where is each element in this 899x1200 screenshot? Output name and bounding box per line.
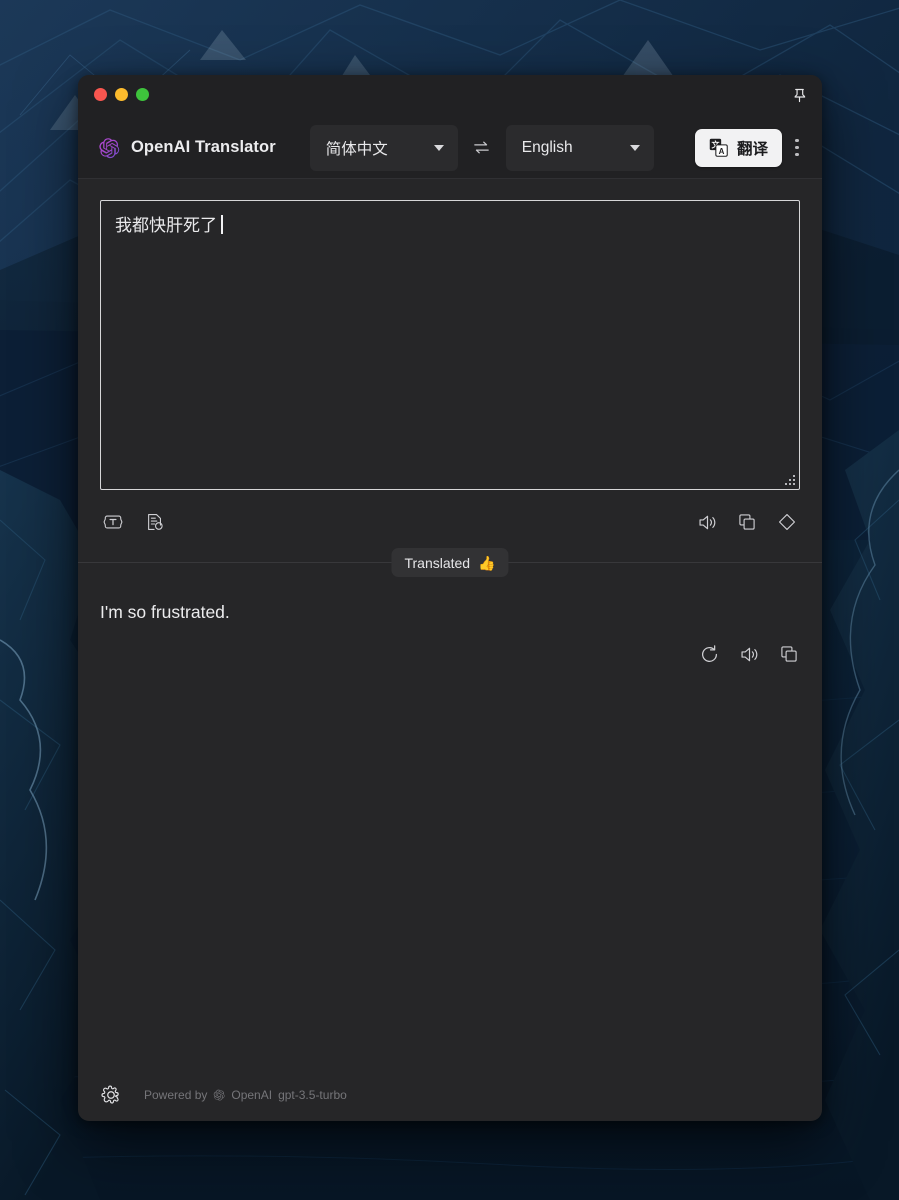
settings-button[interactable] — [100, 1084, 122, 1106]
swap-arrows-icon — [474, 141, 490, 154]
translate-button-label: 翻译 — [736, 140, 768, 158]
source-text-value: 我都快肝死了 — [115, 216, 217, 235]
source-action-bar — [78, 490, 822, 542]
status-badge: Translated 👍 — [391, 548, 509, 577]
close-button[interactable] — [94, 88, 107, 101]
source-text-input[interactable]: 我都快肝死了 — [100, 200, 800, 490]
window-traffic-lights — [94, 88, 149, 101]
openai-logo-icon — [99, 137, 120, 158]
chevron-down-icon — [433, 144, 444, 151]
google-translate-icon: 文 A — [709, 138, 728, 157]
copy-result-button[interactable] — [776, 641, 802, 667]
window-titlebar[interactable] — [78, 75, 822, 117]
gear-icon — [101, 1085, 119, 1104]
source-editor-wrap: 我都快肝死了 — [78, 179, 822, 490]
app-footer: Powered by OpenAI gpt-3.5-turbo — [78, 1069, 822, 1121]
header-actions: 文 A 翻译 — [694, 128, 810, 167]
clear-source-button[interactable] — [774, 509, 800, 535]
ocr-capture-icon — [103, 515, 123, 529]
pin-window-button[interactable] — [790, 86, 808, 104]
speak-result-button[interactable] — [736, 641, 762, 667]
copy-source-button[interactable] — [734, 509, 760, 535]
ocr-capture-button[interactable] — [100, 509, 126, 535]
app-header: OpenAI Translator 简体中文 English 文 A 翻译 — [78, 117, 822, 179]
text-cursor — [221, 215, 223, 234]
copy-icon — [781, 646, 797, 663]
model-label: gpt-3.5-turbo — [278, 1088, 347, 1102]
refresh-icon — [701, 645, 717, 662]
translation-result-text: I'm so frustrated. — [100, 602, 230, 622]
copy-icon — [739, 514, 755, 530]
powered-by-label: Powered by — [144, 1088, 208, 1102]
result-wrap: I'm so frustrated. — [78, 578, 822, 625]
provider-label: OpenAI — [231, 1088, 273, 1102]
status-badge-label: Translated — [404, 554, 471, 571]
language-selector-group: 简体中文 English — [309, 124, 654, 171]
document-scan-icon — [148, 514, 163, 530]
app-window: OpenAI Translator 简体中文 English 文 A 翻译 我都… — [78, 75, 822, 1121]
minimize-button[interactable] — [115, 88, 128, 101]
thumbs-up-icon: 👍 — [478, 554, 496, 571]
status-divider-zone: Translated 👍 — [78, 548, 822, 578]
app-title: OpenAI Translator — [131, 138, 276, 156]
speak-source-button[interactable] — [694, 509, 720, 535]
swap-languages-button[interactable] — [458, 128, 506, 168]
target-language-label: English — [521, 138, 573, 156]
speaker-icon — [698, 515, 715, 529]
openai-logo-icon — [214, 1089, 225, 1101]
target-language-select[interactable]: English — [505, 124, 654, 171]
chevron-down-icon — [629, 144, 640, 151]
maximize-button[interactable] — [136, 88, 149, 101]
result-action-bar — [78, 625, 822, 667]
source-action-right — [694, 509, 800, 535]
eraser-icon — [778, 513, 796, 531]
kebab-dot — [795, 152, 799, 157]
translate-button[interactable]: 文 A 翻译 — [694, 128, 782, 167]
document-scan-button[interactable] — [142, 509, 168, 535]
pushpin-icon — [794, 88, 805, 102]
app-body: 我都快肝死了 Translated 👍 I'm so frustrated. P… — [78, 179, 822, 1121]
desktop: OpenAI Translator 简体中文 English 文 A 翻译 我都… — [0, 0, 899, 1200]
resize-handle[interactable] — [785, 475, 796, 486]
svg-text:A: A — [719, 147, 725, 156]
footer-credit: Powered by OpenAI gpt-3.5-turbo — [144, 1088, 347, 1102]
source-language-label: 简体中文 — [325, 140, 388, 158]
more-options-button[interactable] — [784, 131, 810, 165]
kebab-dot — [795, 145, 799, 150]
source-action-left — [100, 509, 168, 535]
speaker-icon — [740, 647, 757, 662]
retranslate-button[interactable] — [696, 641, 722, 667]
app-brand: OpenAI Translator — [98, 137, 276, 159]
kebab-dot — [795, 138, 799, 143]
source-language-select[interactable]: 简体中文 — [309, 124, 458, 171]
